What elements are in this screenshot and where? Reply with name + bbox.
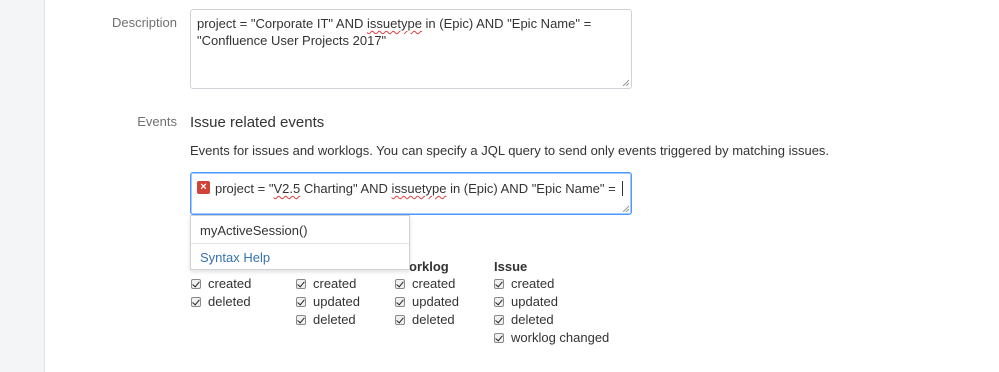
checkbox-label: created (511, 276, 555, 291)
checkbox-checked[interactable] (191, 296, 201, 307)
checkbox-col1-deleted[interactable]: deleted (191, 294, 251, 309)
description-textarea[interactable]: project = "Corporate IT" AND issuetype i… (190, 9, 632, 89)
jql-text-misspelled: V2.5 (273, 181, 301, 196)
description-label: Description (111, 15, 177, 30)
checkbox-col2-updated[interactable]: updated (296, 294, 360, 309)
events-help-text: Events for issues and worklogs. You can … (190, 143, 830, 158)
checkbox-issue-worklog-changed[interactable]: worklog changed (494, 330, 609, 345)
jql-text-misspelled: issuetype (391, 181, 447, 196)
checkbox-checked[interactable] (494, 296, 504, 307)
description-text-part: project = "Corporate IT" AND (197, 16, 367, 31)
checkbox-label: worklog changed (511, 330, 610, 345)
text-caret (622, 181, 624, 196)
issue-column-header: Issue (494, 259, 528, 274)
checkbox-checked[interactable] (395, 278, 405, 289)
checkbox-label: created (208, 276, 252, 291)
checkbox-col2-deleted[interactable]: deleted (296, 312, 356, 327)
checkbox-worklog-created[interactable]: created (395, 276, 455, 291)
checkbox-worklog-updated[interactable]: updated (395, 294, 459, 309)
worklog-column-header: orklog (409, 259, 449, 274)
resize-grip-icon[interactable] (622, 79, 629, 86)
jql-query-input[interactable]: × project = "V2.5 Charting" AND issuetyp… (190, 172, 632, 215)
issue-events-title: Issue related events (190, 114, 325, 131)
events-label: Events (137, 114, 177, 129)
checkbox-col1-created[interactable]: created (191, 276, 251, 291)
checkbox-issue-updated[interactable]: updated (494, 294, 558, 309)
description-text-misspelled: issuetype (367, 16, 422, 31)
error-icon: × (197, 181, 210, 194)
checkbox-label: created (313, 276, 357, 291)
description-text-part: in (Epic) AND "Epic Name" = (421, 16, 592, 31)
checkbox-label: deleted (208, 294, 251, 309)
jql-text-part: in (Epic) AND "Epic Name" = (446, 181, 620, 196)
autocomplete-suggestion[interactable]: myActiveSession() (200, 223, 308, 238)
resize-grip-icon[interactable] (622, 205, 629, 212)
checkbox-worklog-deleted[interactable]: deleted (395, 312, 455, 327)
checkbox-label: deleted (412, 312, 455, 327)
checkbox-checked[interactable] (494, 314, 504, 325)
checkbox-label: created (412, 276, 456, 291)
jql-query-text: project = "V2.5 Charting" AND issuetype … (215, 180, 624, 197)
dropdown-divider (191, 243, 409, 244)
checkbox-checked[interactable] (494, 332, 504, 343)
checkbox-checked[interactable] (296, 296, 306, 307)
jql-text-part: Charting" AND (300, 181, 392, 196)
checkbox-checked[interactable] (395, 296, 405, 307)
jql-autocomplete-dropdown: myActiveSession() Syntax Help (190, 215, 410, 270)
description-text-part: "Confluence User Projects 2017" (197, 33, 387, 48)
checkbox-checked[interactable] (296, 278, 306, 289)
checkbox-label: updated (511, 294, 558, 309)
checkbox-issue-created[interactable]: created (494, 276, 554, 291)
syntax-help-link[interactable]: Syntax Help (200, 250, 270, 265)
checkbox-issue-deleted[interactable]: deleted (494, 312, 554, 327)
checkbox-label: updated (313, 294, 360, 309)
checkbox-label: deleted (313, 312, 356, 327)
checkbox-checked[interactable] (191, 278, 201, 289)
checkbox-label: updated (412, 294, 459, 309)
checkbox-checked[interactable] (395, 314, 405, 325)
checkbox-col2-created[interactable]: created (296, 276, 356, 291)
checkbox-label: deleted (511, 312, 554, 327)
checkbox-checked[interactable] (494, 278, 504, 289)
jql-text-part: project = " (215, 181, 274, 196)
checkbox-checked[interactable] (296, 314, 306, 325)
description-text: project = "Corporate IT" AND issuetype i… (197, 15, 621, 49)
